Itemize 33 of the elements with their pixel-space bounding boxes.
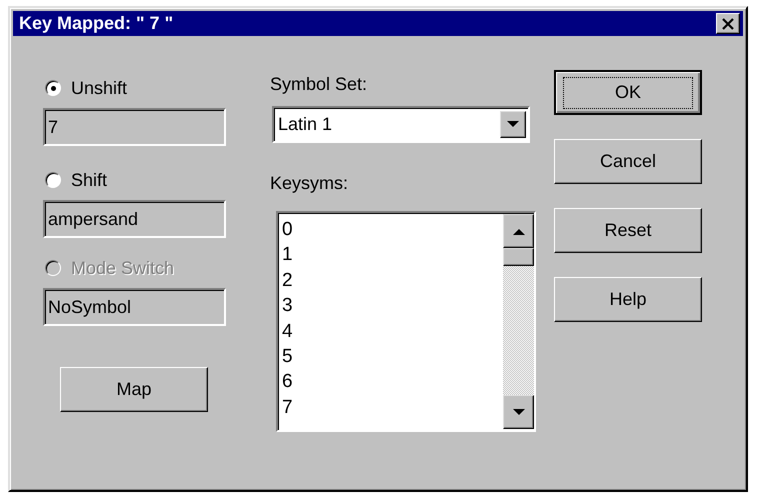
list-item[interactable]: 1 bbox=[282, 242, 503, 268]
symbol-set-dropdown[interactable]: Latin 1 bbox=[272, 106, 530, 143]
radio-option: Mode Switch bbox=[45, 256, 226, 280]
up-arrow-icon bbox=[512, 228, 524, 234]
symbol-set-label: Symbol Set: bbox=[270, 74, 368, 96]
keysyms-label: Keysyms: bbox=[270, 173, 350, 195]
radio-button[interactable] bbox=[45, 80, 61, 96]
close-icon bbox=[721, 18, 735, 30]
keysyms-list[interactable]: 0 1 2 3 4 5 6 7 bbox=[276, 211, 536, 432]
scroll-up-button[interactable] bbox=[503, 214, 534, 248]
close-button[interactable] bbox=[716, 13, 740, 34]
list-item[interactable]: 6 bbox=[282, 369, 503, 395]
dialog-button[interactable]: Reset bbox=[554, 208, 702, 253]
list-item[interactable]: 0 bbox=[282, 217, 503, 242]
down-arrow-icon bbox=[512, 408, 524, 416]
dialog-button[interactable]: Help bbox=[554, 277, 702, 322]
dialog-button[interactable]: OK bbox=[554, 70, 702, 115]
list-item[interactable]: 3 bbox=[282, 293, 503, 319]
radio-option[interactable]: Unshift bbox=[45, 76, 226, 100]
caret-icon bbox=[507, 121, 519, 128]
list-item[interactable]: 4 bbox=[282, 318, 503, 344]
radio-button[interactable] bbox=[45, 172, 61, 188]
dialog-button[interactable]: Cancel bbox=[554, 139, 702, 184]
radio-option[interactable]: Shift bbox=[45, 168, 226, 192]
list-item[interactable]: 2 bbox=[282, 268, 503, 294]
scrollbar[interactable] bbox=[503, 214, 534, 429]
list-item[interactable]: 7 bbox=[282, 394, 503, 420]
dropdown-button[interactable] bbox=[500, 111, 526, 138]
map-button[interactable]: Map bbox=[60, 367, 208, 412]
scroll-thumb[interactable] bbox=[503, 248, 534, 266]
window-title: Key Mapped: " 7 " bbox=[19, 13, 174, 34]
scroll-down-button[interactable] bbox=[503, 395, 534, 429]
list-item[interactable]: 5 bbox=[282, 344, 503, 370]
